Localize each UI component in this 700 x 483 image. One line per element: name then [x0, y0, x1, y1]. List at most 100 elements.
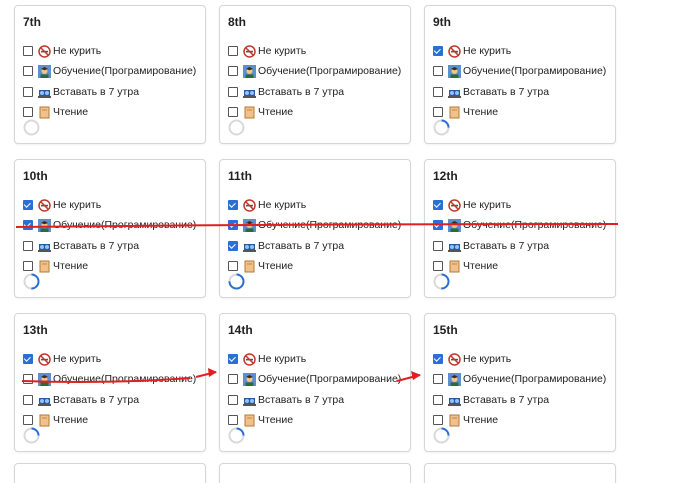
habit-checkbox[interactable] — [228, 200, 238, 210]
habit-label: Обучение(Програмирование) — [258, 65, 402, 77]
habit-item[interactable]: Не курить — [228, 352, 306, 366]
habit-checkbox[interactable] — [433, 66, 443, 76]
habit-checkbox[interactable] — [433, 374, 443, 384]
habit-item[interactable]: Чтение — [228, 259, 293, 273]
habit-checkbox[interactable] — [23, 87, 33, 97]
habit-checkbox[interactable] — [228, 66, 238, 76]
habit-checkbox[interactable] — [23, 241, 33, 251]
progress-ring — [433, 119, 450, 136]
habit-checkbox[interactable] — [433, 261, 443, 271]
habit-checkbox[interactable] — [228, 415, 238, 425]
habit-item[interactable]: Обучение(Програмирование) — [23, 218, 196, 232]
habit-item[interactable]: Чтение — [433, 413, 498, 427]
arrow-to-14th-head — [208, 368, 217, 377]
day-card-partial — [219, 463, 411, 483]
habit-item[interactable]: Не курить — [23, 44, 101, 58]
habit-checkbox[interactable] — [23, 66, 33, 76]
habit-checkbox[interactable] — [433, 220, 443, 230]
habit-label: Вставать в 7 утра — [53, 240, 140, 252]
student-icon — [448, 372, 461, 386]
habit-item[interactable]: Чтение — [433, 105, 498, 119]
habit-checkbox[interactable] — [433, 107, 443, 117]
habit-checkbox[interactable] — [228, 354, 238, 364]
habit-checkbox[interactable] — [23, 220, 33, 230]
habit-checkbox[interactable] — [23, 107, 33, 117]
habit-item[interactable]: Вставать в 7 утра — [433, 85, 549, 99]
habit-item[interactable]: Обучение(Програмирование) — [23, 64, 196, 78]
habit-item[interactable]: Не курить — [433, 352, 511, 366]
habit-checkbox[interactable] — [23, 261, 33, 271]
day-title: 7th — [23, 15, 41, 29]
habit-item[interactable]: Обучение(Програмирование) — [433, 372, 606, 386]
habit-checkbox[interactable] — [228, 87, 238, 97]
habit-checkbox[interactable] — [433, 395, 443, 405]
habit-item[interactable]: Чтение — [23, 259, 88, 273]
habit-checkbox[interactable] — [228, 241, 238, 251]
day-card: 10th Не курить Обучение(Програмирование) Вс… — [14, 159, 206, 298]
habit-checkbox[interactable] — [433, 415, 443, 425]
habit-label: Чтение — [463, 260, 499, 272]
habit-item[interactable]: Не курить — [433, 44, 511, 58]
book-icon — [448, 260, 461, 273]
habit-checkbox[interactable] — [23, 395, 33, 405]
habit-item[interactable]: Не курить — [433, 198, 511, 212]
habit-checkbox[interactable] — [23, 374, 33, 384]
habit-item[interactable]: Не курить — [23, 352, 101, 366]
habit-label: Не курить — [53, 199, 102, 211]
habit-checkbox[interactable] — [228, 46, 238, 56]
no-smoking-icon — [38, 352, 51, 366]
habit-item[interactable]: Вставать в 7 утра — [228, 393, 344, 407]
alarm-icon — [38, 394, 51, 407]
habit-item[interactable]: Не курить — [228, 198, 306, 212]
habit-item[interactable]: Вставать в 7 утра — [23, 239, 139, 253]
habit-label: Вставать в 7 утра — [463, 240, 550, 252]
habit-item[interactable]: Вставать в 7 утра — [23, 393, 139, 407]
day-title: 9th — [433, 15, 451, 29]
habit-checkbox[interactable] — [23, 415, 33, 425]
habit-checkbox[interactable] — [23, 354, 33, 364]
habit-item[interactable]: Чтение — [228, 413, 293, 427]
habit-checkbox[interactable] — [433, 87, 443, 97]
no-smoking-icon — [448, 198, 461, 212]
habit-checkbox[interactable] — [433, 200, 443, 210]
habit-item[interactable]: Не курить — [23, 198, 101, 212]
no-smoking-icon — [243, 198, 256, 212]
habit-item[interactable]: Обучение(Програмирование) — [433, 218, 606, 232]
habit-item[interactable]: Обучение(Програмирование) — [433, 64, 606, 78]
habit-item[interactable]: Вставать в 7 утра — [23, 85, 139, 99]
habit-checkbox[interactable] — [23, 46, 33, 56]
habit-item[interactable]: Чтение — [433, 259, 498, 273]
habit-item[interactable]: Вставать в 7 утра — [433, 393, 549, 407]
habit-checkbox[interactable] — [228, 261, 238, 271]
alarm-icon — [38, 240, 51, 253]
habit-item[interactable]: Чтение — [23, 105, 88, 119]
habit-checkbox[interactable] — [228, 220, 238, 230]
habit-checkbox[interactable] — [433, 241, 443, 251]
habit-checkbox[interactable] — [228, 374, 238, 384]
habit-checkbox[interactable] — [433, 354, 443, 364]
habit-label: Обучение(Програмирование) — [463, 373, 607, 385]
habit-item[interactable]: Чтение — [228, 105, 293, 119]
habit-label: Обучение(Програмирование) — [53, 373, 197, 385]
habit-item[interactable]: Обучение(Програмирование) — [228, 218, 401, 232]
habit-label: Обучение(Програмирование) — [463, 219, 607, 231]
habit-checkbox[interactable] — [23, 200, 33, 210]
habit-item[interactable]: Обучение(Програмирование) — [228, 372, 401, 386]
day-card: 8th Не курить Обучение(Програмирование) Вст… — [219, 5, 411, 144]
habit-item[interactable]: Обучение(Програмирование) — [23, 372, 196, 386]
habit-checkbox[interactable] — [433, 46, 443, 56]
habit-checkbox[interactable] — [228, 107, 238, 117]
habit-label: Не курить — [463, 45, 512, 57]
habit-item[interactable]: Обучение(Програмирование) — [228, 64, 401, 78]
habit-item[interactable]: Вставать в 7 утра — [228, 239, 344, 253]
day-card: 12th Не курить Обучение(Програмирование) Вс… — [424, 159, 616, 298]
habit-item[interactable]: Чтение — [23, 413, 88, 427]
habit-checkbox[interactable] — [228, 395, 238, 405]
progress-ring — [23, 273, 40, 290]
habit-item[interactable]: Вставать в 7 утра — [433, 239, 549, 253]
student-icon — [448, 64, 461, 78]
progress-ring — [23, 119, 40, 136]
habit-item[interactable]: Не курить — [228, 44, 306, 58]
habit-label: Вставать в 7 утра — [463, 86, 550, 98]
habit-item[interactable]: Вставать в 7 утра — [228, 85, 344, 99]
